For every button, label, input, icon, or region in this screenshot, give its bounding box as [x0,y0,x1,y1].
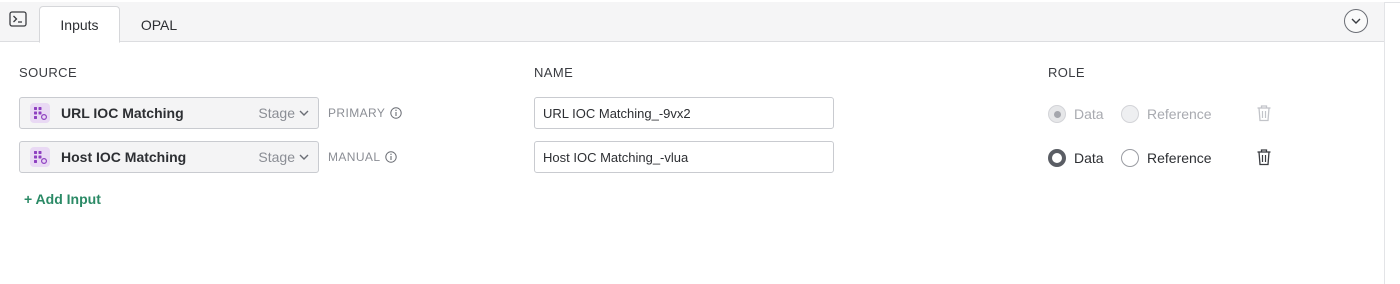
input-name-field[interactable] [534,141,834,173]
role-option-label: Reference [1147,106,1212,122]
trash-icon[interactable] [1256,104,1272,122]
source-select[interactable]: Host IOC Matching Stage [19,141,319,173]
input-kind-label: PRIMARY [328,106,386,120]
terminal-icon[interactable] [8,10,28,28]
tab-inputs[interactable]: Inputs [39,6,120,43]
source-column-header: SOURCE [19,65,78,80]
info-icon[interactable] [385,151,398,163]
role-radio-reference[interactable]: Reference [1121,105,1212,123]
chevron-down-icon [298,151,310,163]
name-column-header: NAME [534,65,574,80]
input-kind-label: MANUAL [328,150,381,164]
add-input-button[interactable]: + Add Input [24,191,101,207]
role-option-label: Reference [1147,150,1212,166]
inputs-panel: Inputs OPAL SOURCE NAME ROLE URL IOC Mat… [0,2,1385,284]
role-radio-data[interactable]: Data [1048,105,1104,123]
chevron-down-icon [298,107,310,119]
trash-icon[interactable] [1256,148,1272,166]
role-option-label: Data [1074,150,1104,166]
tab-opal[interactable]: OPAL [122,6,196,43]
source-type: Stage [258,105,295,121]
role-column-header: ROLE [1048,65,1086,80]
role-radio-data[interactable]: Data [1048,149,1104,167]
source-type: Stage [258,149,295,165]
input-name-field[interactable] [534,97,834,129]
tab-bar: Inputs OPAL [0,2,1384,43]
info-icon[interactable] [390,107,402,119]
source-label: Host IOC Matching [61,149,187,165]
grid-stage-icon [30,147,50,167]
source-label: URL IOC Matching [61,105,184,121]
role-radio-reference[interactable]: Reference [1121,149,1212,167]
source-select[interactable]: URL IOC Matching Stage [19,97,319,129]
chevron-down-circle-icon[interactable] [1344,9,1368,33]
input-kind: MANUAL [328,150,398,164]
role-option-label: Data [1074,106,1104,122]
grid-stage-icon [30,103,50,123]
input-kind: PRIMARY [328,106,402,120]
